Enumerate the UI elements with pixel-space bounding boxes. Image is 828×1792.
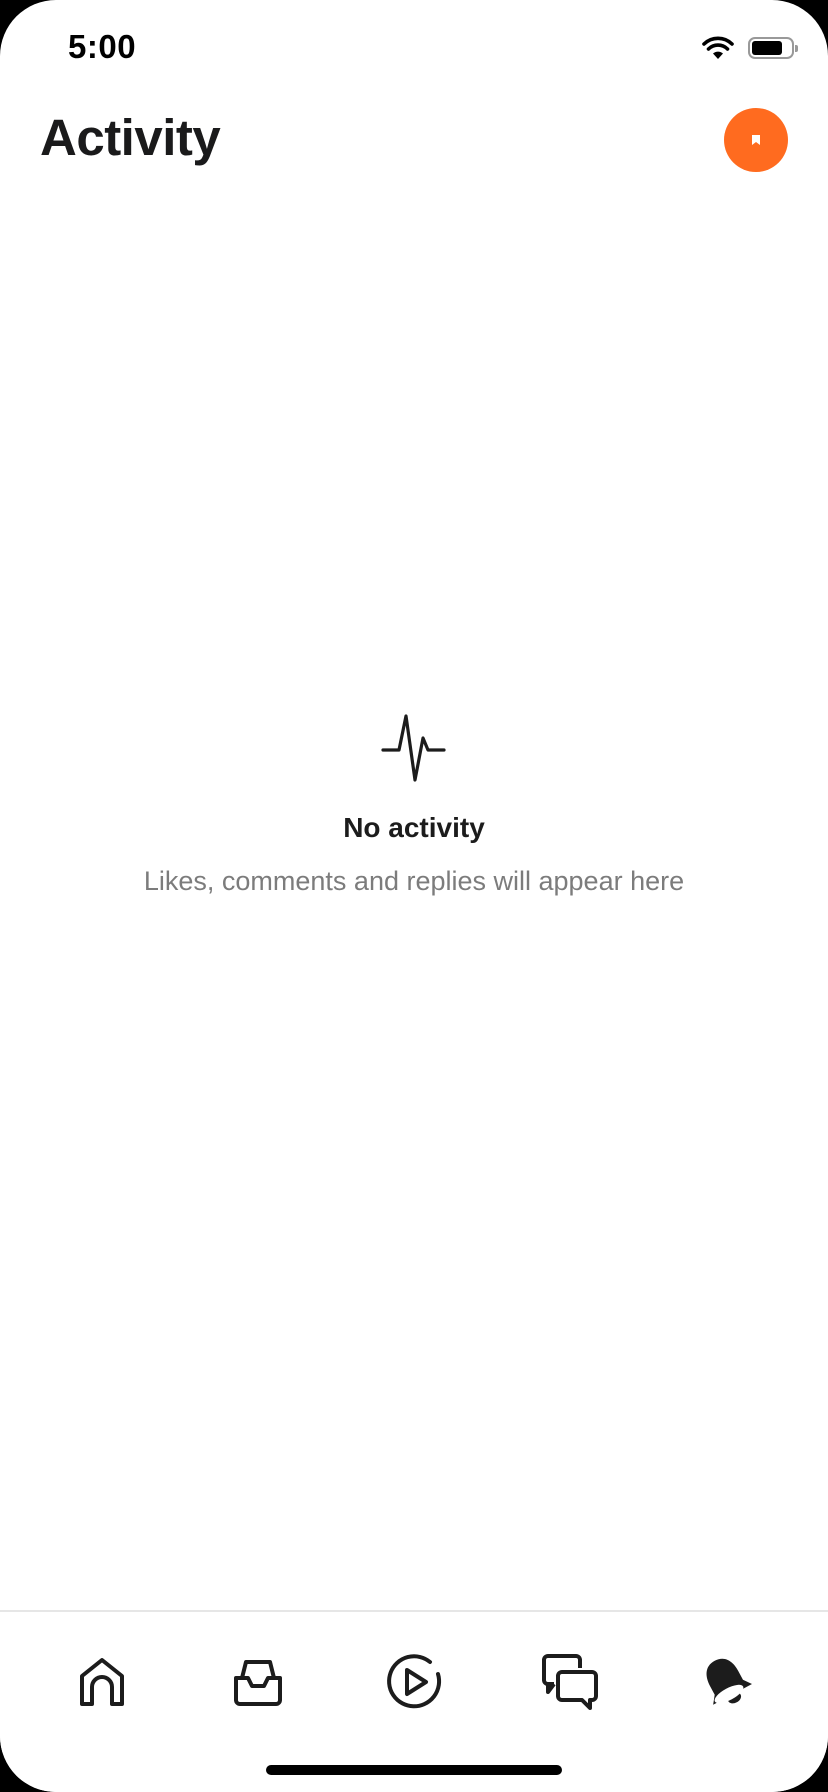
- user-avatar-icon: [752, 135, 760, 145]
- home-icon: [80, 1658, 124, 1706]
- home-indicator[interactable]: [266, 1765, 562, 1775]
- wifi-icon: [702, 36, 734, 59]
- battery-level-fill: [752, 41, 783, 55]
- activity-pulse-icon: [381, 714, 446, 782]
- empty-state: No activity Likes, comments and replies …: [0, 712, 828, 897]
- tab-notifications[interactable]: [686, 1642, 766, 1722]
- user-avatar-button[interactable]: [724, 108, 788, 172]
- tab-chat[interactable]: [530, 1642, 610, 1722]
- page-title: Activity: [40, 109, 221, 166]
- tab-inbox[interactable]: [218, 1642, 298, 1722]
- play-video-icon: [387, 1654, 442, 1709]
- chat-icon: [542, 1654, 598, 1710]
- activity-screen: 5:00 Activity No activity Likes, comment…: [0, 0, 828, 1792]
- notifications-bell-icon: [706, 1658, 752, 1705]
- tab-watch[interactable]: [374, 1642, 454, 1722]
- status-icons: [702, 36, 798, 60]
- battery-icon: [748, 37, 798, 59]
- status-time: 5:00: [68, 28, 137, 65]
- empty-state-title: No activity: [343, 812, 485, 843]
- tab-home[interactable]: [62, 1642, 142, 1722]
- empty-state-subtitle: Likes, comments and replies will appear …: [143, 866, 685, 896]
- inbox-icon: [234, 1660, 282, 1706]
